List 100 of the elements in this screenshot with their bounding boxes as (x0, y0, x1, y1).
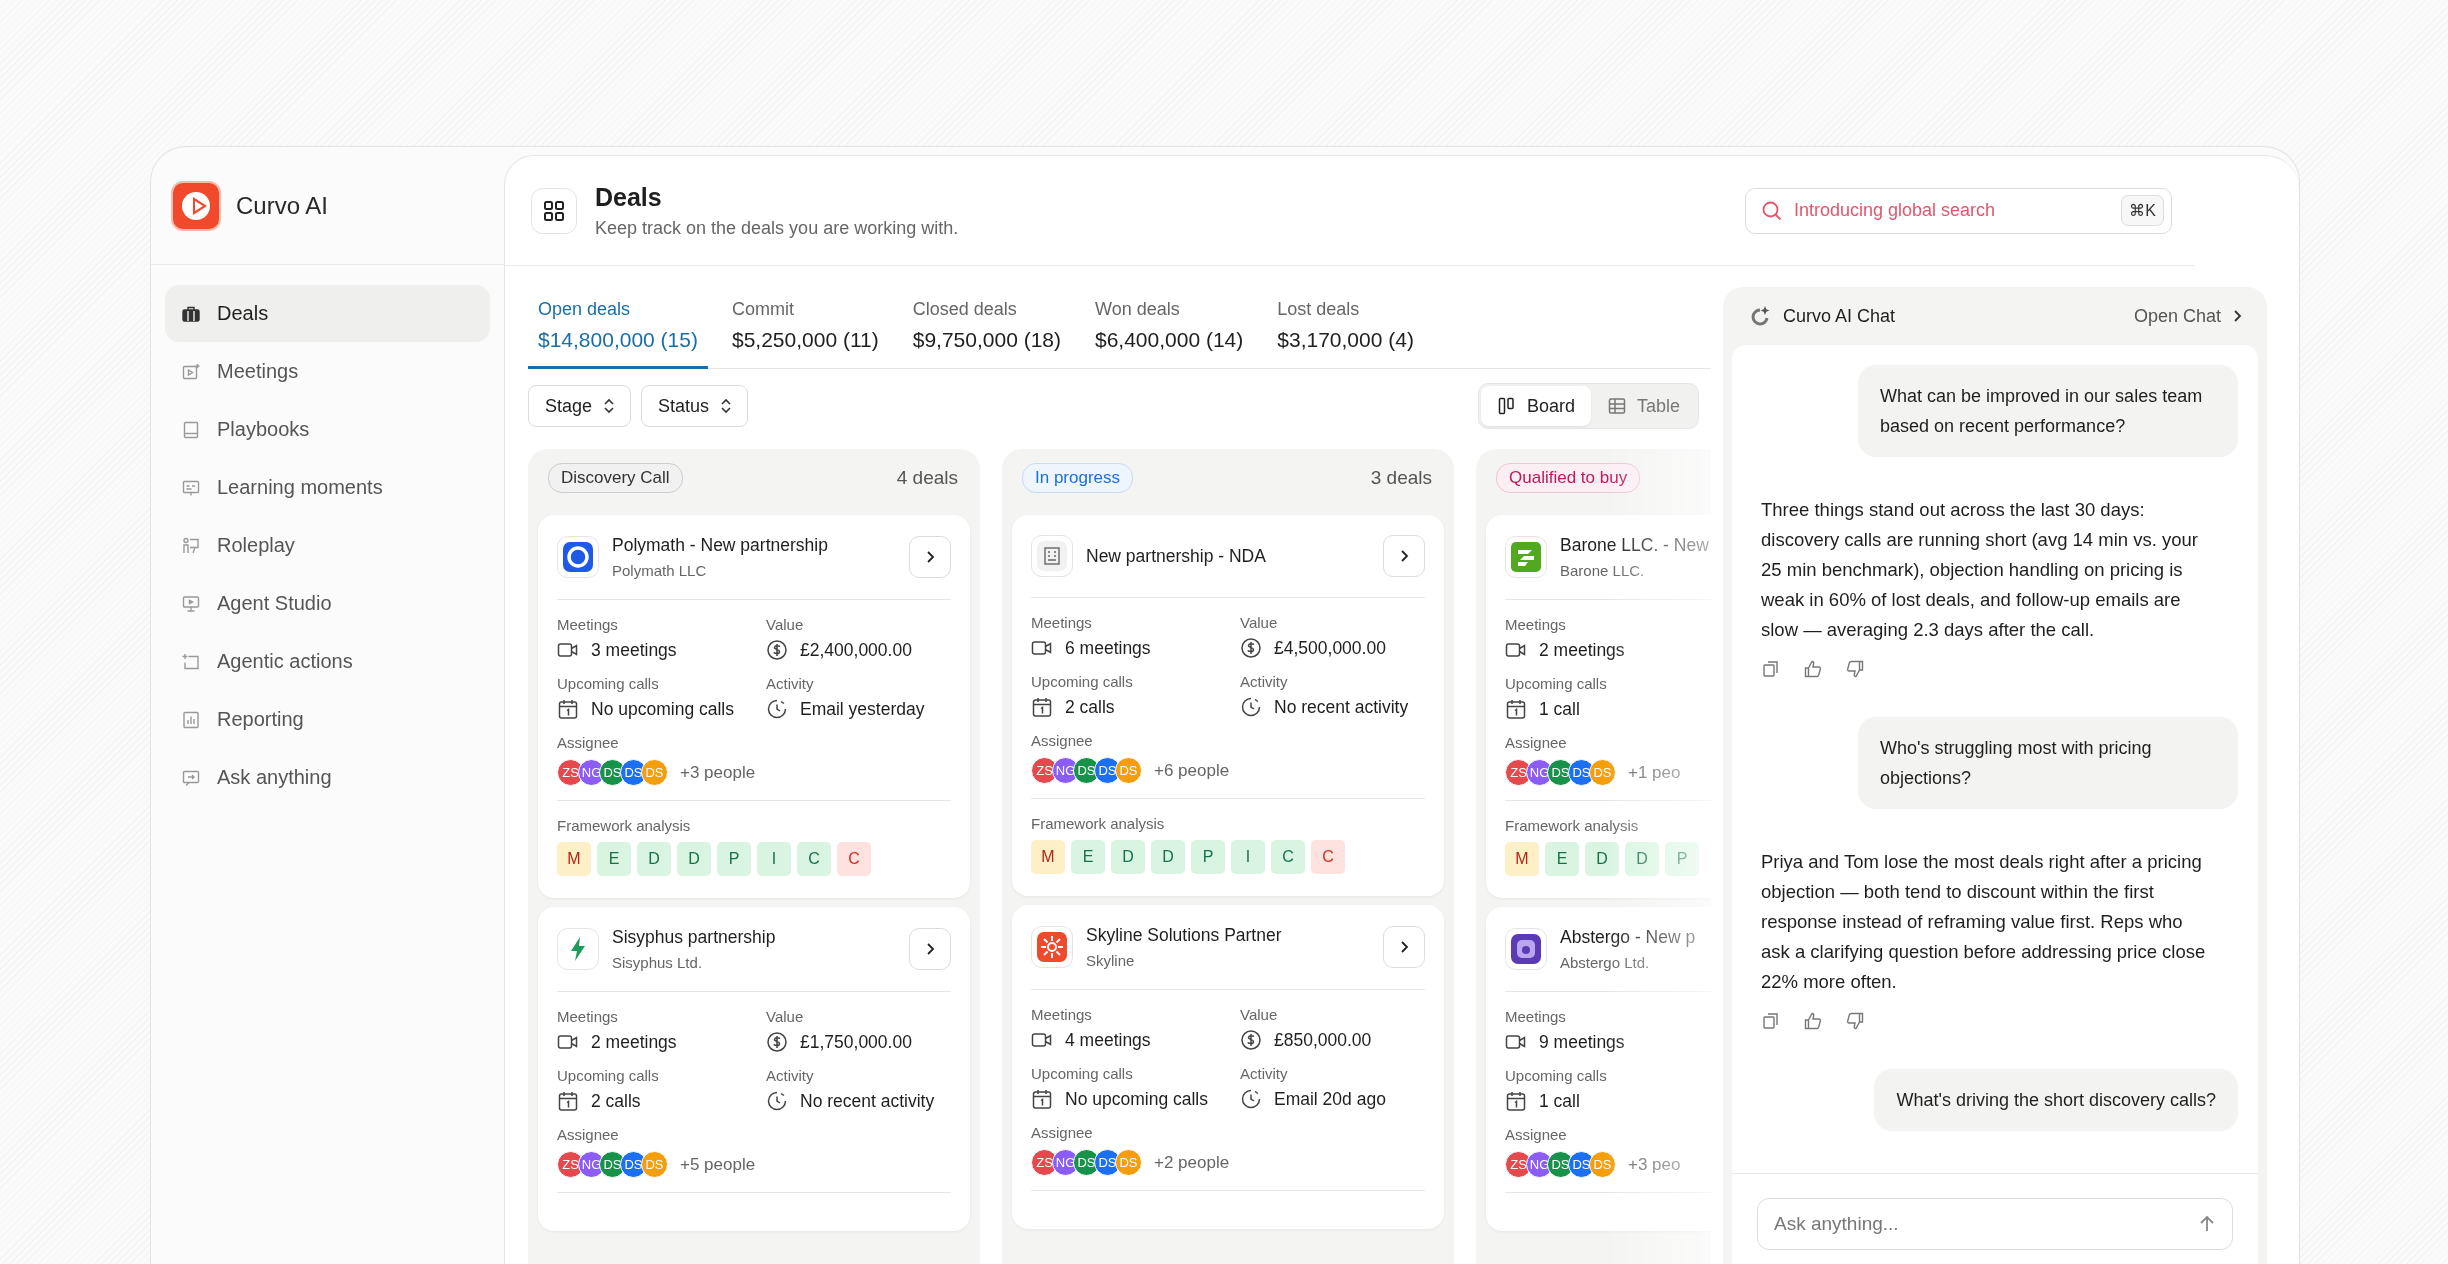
avatar: DS (641, 1151, 668, 1178)
sort-chevrons-icon (719, 396, 734, 416)
field-value: £850,000.00 (1274, 1029, 1372, 1051)
avatar: DS (1115, 1149, 1142, 1176)
framework-chip: D (1111, 840, 1145, 874)
deal-title: Polymath - New partnership (612, 535, 828, 556)
chat-title: Curvo AI Chat (1783, 305, 1896, 327)
field-value: £1,750,000.00 (800, 1031, 912, 1053)
view-option[interactable]: Table (1590, 386, 1696, 426)
deal-card[interactable]: Abstergo - New p Abstergo Ltd. Meetings 9 meetings Upcoming calls 1 call Assignee ZS NG DS DS DS +3 peo (1486, 907, 1711, 1231)
framework-chip: E (1071, 840, 1105, 874)
framework-chip: M (1505, 842, 1539, 876)
user-message: What's driving the short discovery calls? (1874, 1069, 2238, 1131)
clock-icon (1240, 696, 1262, 718)
field-value: No upcoming calls (591, 698, 734, 720)
more-people: +3 people (680, 762, 756, 783)
more-people: +6 people (1154, 760, 1230, 781)
page-subtitle: Keep track on the deals you are working with. (595, 217, 959, 239)
field-label: Assignee (557, 1126, 620, 1143)
page-title: Deals (595, 182, 663, 212)
stage-tag: In progress (1022, 462, 1134, 493)
nav-item[interactable]: Meetings (165, 343, 490, 400)
field-label: Meetings (557, 616, 619, 633)
frame-plus-icon (181, 651, 201, 672)
avatar: DS (1115, 757, 1142, 784)
field-value: 6 meetings (1065, 637, 1151, 659)
framework-chip: C (837, 842, 871, 876)
nav-item[interactable]: Playbooks (165, 401, 490, 458)
avatar: DS (1589, 1151, 1616, 1178)
copy-icon[interactable] (1761, 659, 1781, 679)
framework-chip: D (677, 842, 711, 876)
field-label: Assignee (557, 734, 620, 751)
deal-title: Abstergo - New p (1560, 927, 1696, 948)
copy-icon[interactable] (1761, 1011, 1781, 1031)
assistant-message: Three things stand out across the last 30 days: discovery calls are running short (avg 14 min vs. your 25 min benchmark), objection handling on pricing is weak in 60% of lost deals, and follow-up emails are slow — averaging 2.3 days after the call. (1761, 498, 2199, 642)
framework-chip: P (1665, 842, 1699, 876)
nav-item[interactable]: Agentic actions (165, 633, 490, 690)
field-label: Upcoming calls (1505, 1067, 1608, 1084)
field-value: 3 meetings (591, 639, 677, 661)
view-option[interactable]: Board (1480, 386, 1591, 426)
thumbs-up-icon[interactable] (1803, 659, 1823, 679)
company-logo-icon (1505, 536, 1547, 578)
deal-card[interactable] (538, 515, 970, 898)
dollar-icon (766, 1031, 788, 1053)
framework-chip: M (557, 842, 591, 876)
field-label: Assignee (1505, 734, 1568, 751)
filter-dropdown[interactable]: Status (641, 385, 749, 427)
calendar-icon (1505, 1090, 1527, 1112)
field-label: Value (1240, 1006, 1279, 1023)
thumbs-down-icon[interactable] (1845, 659, 1865, 679)
company-logo-icon (1505, 928, 1547, 970)
deal-tab[interactable]: Won deals $6,400,000 (14) (1085, 287, 1254, 369)
field-label: Value (1240, 614, 1279, 631)
deal-tab[interactable]: Commit $5,250,000 (11) (721, 287, 889, 369)
nav-item[interactable]: Roleplay (165, 517, 490, 574)
deal-tab[interactable]: Closed deals $9,750,000 (18) (902, 287, 1071, 369)
thumbs-up-icon[interactable] (1803, 1011, 1823, 1031)
field-label: Upcoming calls (1031, 673, 1134, 690)
monitor-icon (181, 593, 201, 614)
field-value: Email 20d ago (1274, 1088, 1386, 1110)
shortcut-badge: ⌘K (2121, 194, 2164, 226)
framework-chip: C (1311, 840, 1345, 874)
nav-item[interactable]: Agent Studio (165, 575, 490, 632)
framework-chip: C (1271, 840, 1305, 874)
deal-card[interactable]: Skyline Solutions Partner Skyline Meetings 4 meetings Value £850,000.00 Upcoming calls No upcoming calls Activity Email 20d ago Assignee ZS NG DS DS DS +2 people (1012, 905, 1444, 1229)
dollar-icon (766, 639, 788, 661)
deal-card[interactable]: Sisyphus partnership Sisyphus Ltd. Meetings 2 meetings Value £1,750,000.00 Upcoming calls 2 calls Activity No recent activity Assignee ZS NG DS DS DS +5 people (538, 907, 970, 1231)
deal-tab[interactable]: Open deals $14,800,000 (15) (528, 287, 708, 369)
nav-item[interactable]: Deals (165, 285, 490, 342)
bar-chart-icon (181, 709, 201, 730)
deal-title: New partnership - NDA (1086, 545, 1266, 567)
nav-item[interactable]: Ask anything (165, 749, 490, 806)
company-name: Skyline (1086, 952, 1136, 969)
dollar-icon (1240, 637, 1262, 659)
more-people: +3 peo (1628, 1154, 1681, 1175)
field-label: Activity (766, 1067, 815, 1084)
filter-dropdown[interactable]: Stage (528, 385, 632, 427)
deal-card[interactable]: Barone LLC. - New Barone LLC. Meetings 2 meetings Upcoming calls 1 call Assignee ZS NG DS DS DS +1 peo Framework analysis M E D D P (1486, 515, 1711, 898)
field-label: Meetings (1031, 1006, 1093, 1023)
deal-tab[interactable]: Lost deals $3,170,000 (4) (1267, 287, 1424, 369)
open-chat-link[interactable]: Open Chat (2133, 305, 2245, 327)
chat-input[interactable]: Ask anything... (1757, 1198, 2233, 1250)
framework-chip: D (637, 842, 671, 876)
thumbs-down-icon[interactable] (1845, 1011, 1865, 1031)
calendar-icon (557, 698, 579, 720)
stage-tag: Qualified to buy (1496, 462, 1641, 493)
field-value: £2,400,000.00 (800, 639, 912, 661)
framework-chip: P (1191, 840, 1225, 874)
nav-item[interactable]: Reporting (165, 691, 490, 748)
deal-card[interactable]: New partnership - NDA Meetings 6 meetings Value £4,500,000.00 Upcoming calls 2 calls Activity No recent activity Assignee ZS NG DS DS DS +6 people Framework analysis M E D D P I C C (1012, 515, 1444, 896)
clock-icon (1240, 1088, 1262, 1110)
search-icon (1761, 199, 1783, 222)
field-label: Framework analysis (1505, 817, 1640, 834)
field-value: 4 meetings (1065, 1029, 1151, 1051)
deal-count: 3 deals (1370, 466, 1432, 489)
company-name: Polymath LLC (612, 562, 708, 579)
more-people: +2 people (1154, 1152, 1230, 1173)
nav-item[interactable]: Learning moments (165, 459, 490, 516)
easel-icon (181, 535, 201, 556)
user-message: What can be improved in our sales team based on recent performance? (1858, 365, 2238, 457)
